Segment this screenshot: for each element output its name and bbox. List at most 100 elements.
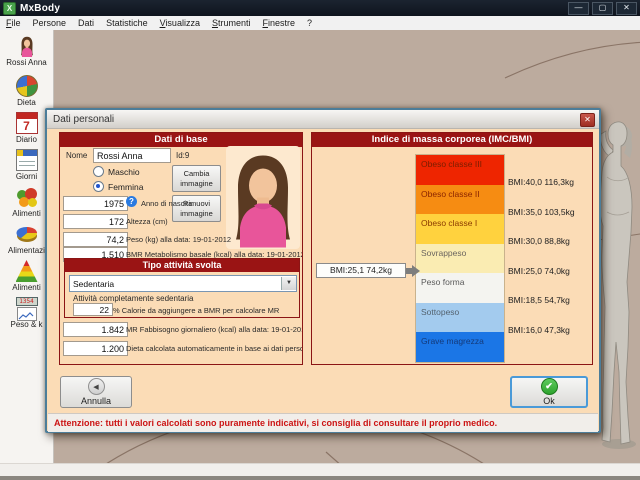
bmi-band-obeso-2: Obeso classe II — [416, 185, 504, 215]
radio-maschio-circle[interactable] — [93, 166, 104, 177]
diet-pie-chart-icon — [16, 75, 38, 97]
menu-finestre[interactable]: Finestre — [256, 16, 301, 30]
warning-bar: Attenzione: tutti i valori calcolati son… — [48, 413, 598, 432]
sidebar-item-label: Diario — [16, 135, 37, 144]
back-arrow-icon: ◀ — [88, 378, 105, 395]
current-bmi-value: BMI:25,1 74,2kg — [316, 263, 406, 278]
ok-label: Ok — [543, 396, 555, 406]
nome-input[interactable] — [93, 148, 171, 163]
mr-fabbisogno-label: MR Fabbisogno giornaliero (kcal) alla da… — [126, 325, 303, 334]
minimize-icon[interactable]: — — [568, 2, 589, 15]
menu-help[interactable]: ? — [301, 16, 318, 30]
ok-button[interactable]: ✔ Ok — [510, 376, 588, 408]
bmi-boundary-40: BMI:40,0 116,3kg — [508, 177, 574, 187]
profile-photo — [226, 146, 300, 249]
annulla-label: Annulla — [81, 396, 111, 406]
attivita-description: Attività completamente sedentaria — [73, 294, 194, 303]
foods-fruits-icon — [16, 186, 38, 208]
weight-lcd-value: 1354 — [16, 297, 38, 306]
check-icon: ✔ — [541, 378, 558, 395]
annulla-button[interactable]: ◀ Annulla — [60, 376, 132, 408]
marker-arrowhead-icon — [412, 265, 420, 277]
bmi-scale: Obeso classe III Obeso classe II Obeso c… — [415, 154, 505, 363]
mr-fabbisogno-input[interactable] — [63, 322, 128, 337]
tipo-attivita-panel: Tipo attività svolta Sedentaria ▼ Attivi… — [64, 258, 300, 318]
menu-bar: File Persone Dati Statistiche Visualizza… — [0, 16, 640, 31]
dieta-kcal-input[interactable] — [63, 341, 128, 356]
sidebar-item-label: Alimenti — [12, 283, 40, 292]
bmi-boundary-35: BMI:35,0 103,5kg — [508, 207, 575, 217]
menu-visualizza[interactable]: Visualizza — [154, 16, 206, 30]
weight-kcal-chart-icon: 1354 — [16, 297, 38, 319]
attivita-dropdown[interactable]: Sedentaria ▼ — [69, 275, 297, 292]
bmi-boundary-16: BMI:16,0 47,3kg — [508, 325, 570, 335]
maximize-icon[interactable]: ▢ — [592, 2, 613, 15]
window-title: MxBody — [20, 3, 60, 14]
dialog-title: Dati personali — [53, 114, 114, 125]
help-icon[interactable]: ? — [126, 196, 137, 207]
id-label: Id:9 — [176, 151, 189, 160]
bmi-header: Indice di massa corporea (IMC/BMI) — [312, 133, 592, 147]
sidebar-item-label: Alimenti — [12, 209, 40, 218]
nome-label: Nome — [66, 151, 87, 160]
chevron-down-icon[interactable]: ▼ — [281, 277, 296, 290]
app-icon: X — [3, 2, 16, 15]
bmi-boundary-30: BMI:30,0 88,8kg — [508, 236, 570, 246]
person-avatar-icon — [16, 35, 38, 57]
window-bottom-edge — [0, 476, 640, 480]
altezza-label: Altezza (cm) — [126, 217, 168, 226]
sidebar-item-person[interactable]: Rossi Anna — [0, 35, 54, 75]
dialog-titlebar[interactable]: Dati personali ✕ — [47, 110, 599, 129]
peso-label: Peso (kg) alla data: 19-01-2012 — [126, 235, 231, 244]
nutrition-pie-3d-icon — [16, 223, 38, 245]
radio-maschio-label: Maschio — [108, 167, 140, 177]
bmi-boundary-25: BMI:25,0 74,0kg — [508, 266, 570, 276]
radio-femmina[interactable]: Femmina — [93, 181, 143, 192]
sidebar-item-label: Dieta — [17, 98, 36, 107]
close-icon[interactable]: ✕ — [616, 2, 637, 15]
menu-file[interactable]: File — [0, 16, 27, 30]
bmi-band-obeso-1: Obeso classe I — [416, 214, 504, 244]
sidebar-item-label: Giorni — [16, 172, 37, 181]
dati-di-base-panel: Dati di base Nome Id:9 Maschio Femmina C… — [59, 132, 303, 365]
bmi-band-obeso-3: Obeso classe III — [416, 155, 504, 185]
client-area: Rossi Anna Dieta 7 Diario Giorni Aliment… — [0, 30, 640, 463]
tipo-attivita-header: Tipo attività svolta — [65, 259, 299, 272]
bmi-band-grave-magrezza: Grave magrezza — [416, 332, 504, 362]
mxbody-window: X MxBody — ▢ ✕ File Persone Dati Statist… — [0, 0, 640, 480]
radio-femmina-circle[interactable] — [93, 181, 104, 192]
percent-kcal-input[interactable] — [73, 303, 113, 316]
bmi-band-peso-forma: Peso forma — [416, 273, 504, 303]
anno-nascita-input[interactable] — [63, 196, 128, 211]
sidebar-item-dieta[interactable]: Dieta — [0, 75, 54, 112]
food-pyramid-icon — [16, 260, 38, 282]
sidebar-item-label: Rossi Anna — [6, 58, 46, 67]
menu-persone[interactable]: Persone — [27, 16, 73, 30]
altezza-input[interactable] — [63, 214, 128, 229]
statue-image — [596, 92, 640, 452]
bmi-boundary-18-5: BMI:18,5 54,7kg — [508, 295, 570, 305]
menu-statistiche[interactable]: Statistiche — [100, 16, 154, 30]
peso-input[interactable] — [63, 232, 128, 247]
anno-nascita-label: Anno di nascita — [141, 199, 192, 208]
radio-maschio[interactable]: Maschio — [93, 166, 140, 177]
current-bmi-marker: BMI:25,1 74,2kg — [316, 263, 420, 278]
menu-dati[interactable]: Dati — [72, 16, 100, 30]
bmi-panel: Indice di massa corporea (IMC/BMI) Obeso… — [311, 132, 593, 365]
diary-calendar-icon: 7 — [16, 112, 38, 134]
percent-kcal-label: % Calorie da aggiungere a BMR per calcol… — [113, 306, 279, 315]
dialog-close-icon[interactable]: ✕ — [580, 113, 595, 127]
radio-femmina-label: Femmina — [108, 182, 143, 192]
attivita-dropdown-value: Sedentaria — [70, 279, 281, 289]
dieta-kcal-label: Dieta calcolata automaticamente in base … — [126, 344, 303, 353]
days-calendar-icon — [16, 149, 38, 171]
menu-strumenti[interactable]: Strumenti — [206, 16, 257, 30]
dati-di-base-header: Dati di base — [60, 133, 302, 147]
sidebar-item-label: Alimentazi — [8, 246, 45, 255]
cambia-immagine-button[interactable]: Cambia immagine — [172, 165, 221, 192]
window-titlebar: X MxBody — ▢ ✕ — [0, 0, 640, 16]
warning-text: Attenzione: tutti i valori calcolati son… — [54, 418, 497, 428]
dati-personali-dialog: Dati personali ✕ Dati di base Nome Id:9 … — [45, 108, 601, 433]
status-bar — [0, 463, 640, 477]
bmi-band-sottopeso: Sottopeso — [416, 303, 504, 333]
